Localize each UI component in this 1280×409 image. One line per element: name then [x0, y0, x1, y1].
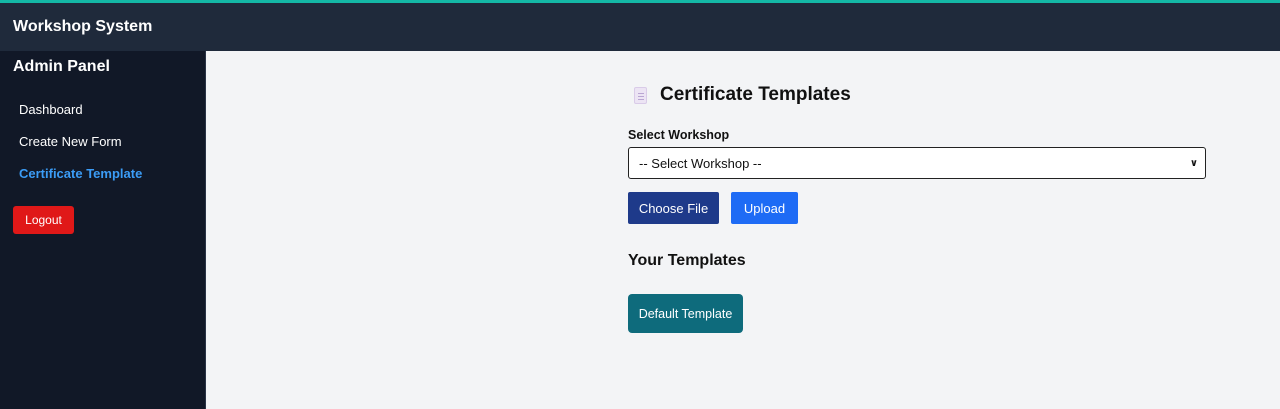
document-icon [634, 86, 647, 104]
app-title: Workshop System [13, 18, 153, 35]
workshop-select-value: -- Select Workshop -- [639, 155, 762, 171]
chevron-down-icon: ∨ [1189, 158, 1198, 169]
logout-button[interactable]: Logout [13, 206, 74, 234]
sidebar: Admin Panel Dashboard Create New Form Ce… [0, 51, 205, 409]
app-header: Workshop System [0, 3, 1280, 51]
page-header: Certificate Templates [634, 84, 851, 106]
workshop-select[interactable]: -- Select Workshop -- ∨ [628, 147, 1206, 179]
upload-button[interactable]: Upload [731, 192, 798, 224]
page-title: Certificate Templates [660, 84, 851, 105]
choose-file-button[interactable]: Choose File [628, 192, 719, 224]
sidebar-item-create-new-form[interactable]: Create New Form [19, 134, 122, 149]
sidebar-item-dashboard[interactable]: Dashboard [19, 102, 83, 117]
default-template-button[interactable]: Default Template [628, 294, 743, 333]
templates-heading: Your Templates [628, 252, 746, 269]
select-workshop-label: Select Workshop [628, 128, 730, 142]
sidebar-item-certificate-template[interactable]: Certificate Template [19, 166, 142, 181]
sidebar-title: Admin Panel [13, 58, 110, 75]
main-content: Certificate Templates Select Workshop --… [206, 51, 1280, 409]
